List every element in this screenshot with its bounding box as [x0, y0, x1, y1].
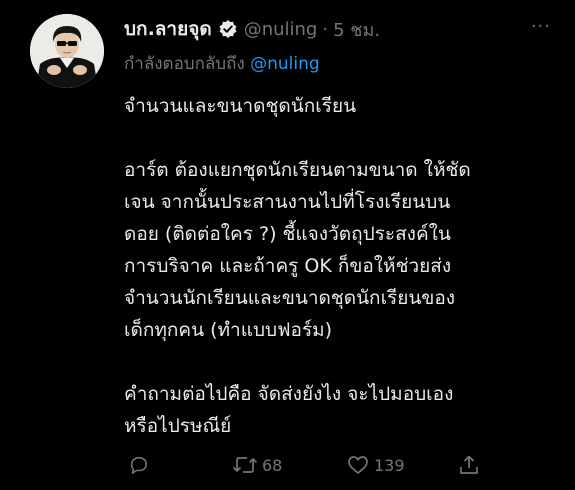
- avatar[interactable]: [30, 14, 104, 88]
- action-bar: 68 139: [124, 448, 524, 482]
- share-button[interactable]: [458, 448, 480, 482]
- verified-badge-icon: [218, 19, 238, 39]
- tweet-line: เจน จากนั้นประสานงานไปที่โรงเรียนบน: [124, 191, 451, 213]
- tweet-line: อาร์ต ต้องแยกชุดนักเรียนตามขนาด ให้ชัด: [124, 159, 471, 181]
- display-name[interactable]: บก.ลายจุด: [124, 14, 212, 44]
- retweet-count: 68: [262, 455, 283, 475]
- reply-button[interactable]: [128, 448, 150, 482]
- user-handle[interactable]: @nuling: [244, 19, 318, 40]
- separator-dot: ·: [322, 18, 329, 40]
- tweet-line: จำนวนนักเรียนและขนาดชุดนักเรียนของ: [124, 287, 456, 309]
- retweet-button[interactable]: 68: [232, 448, 282, 482]
- timestamp[interactable]: 5 ชม.: [333, 15, 380, 44]
- like-button[interactable]: 139: [346, 448, 405, 482]
- tweet-line: การบริจาค และถ้าครู OK ก็ขอให้ช่วยส่ง: [124, 255, 452, 277]
- retweet-icon: [232, 457, 258, 473]
- tweet-line: จำนวนและขนาดชุดนักเรียน: [124, 95, 357, 117]
- avatar-image: [30, 14, 104, 88]
- tweet-header: บก.ลายจุด @nuling · 5 ชม. ···: [124, 14, 561, 44]
- heart-icon: [348, 456, 368, 474]
- like-count: 139: [374, 455, 405, 475]
- share-icon: [460, 455, 478, 474]
- reply-icon: [130, 456, 148, 475]
- tweet[interactable]: บก.ลายจุด @nuling · 5 ชม. ··· กำลังตอบกล…: [0, 0, 575, 490]
- tweet-line: หรือไปรษณีย์: [124, 415, 232, 437]
- reply-mention-link[interactable]: @nuling: [250, 54, 320, 74]
- tweet-line: คำถามต่อไปคือ จัดส่งยังไง จะไปมอบเอง: [124, 383, 454, 405]
- reply-prefix: กำลังตอบกลับถึง: [124, 54, 245, 74]
- tweet-line: เด็กทุกคน (ทำแบบฟอร์ม): [124, 319, 333, 341]
- tweet-text: จำนวนและขนาดชุดนักเรียน อาร์ต ต้องแยกชุด…: [124, 90, 554, 442]
- replying-to: กำลังตอบกลับถึง @nuling: [124, 50, 320, 77]
- more-options-icon[interactable]: ···: [531, 16, 551, 37]
- tweet-line: ดอย (ติดต่อใคร ?) ชี้แจงวัตถุประสงค์ใน: [124, 223, 451, 245]
